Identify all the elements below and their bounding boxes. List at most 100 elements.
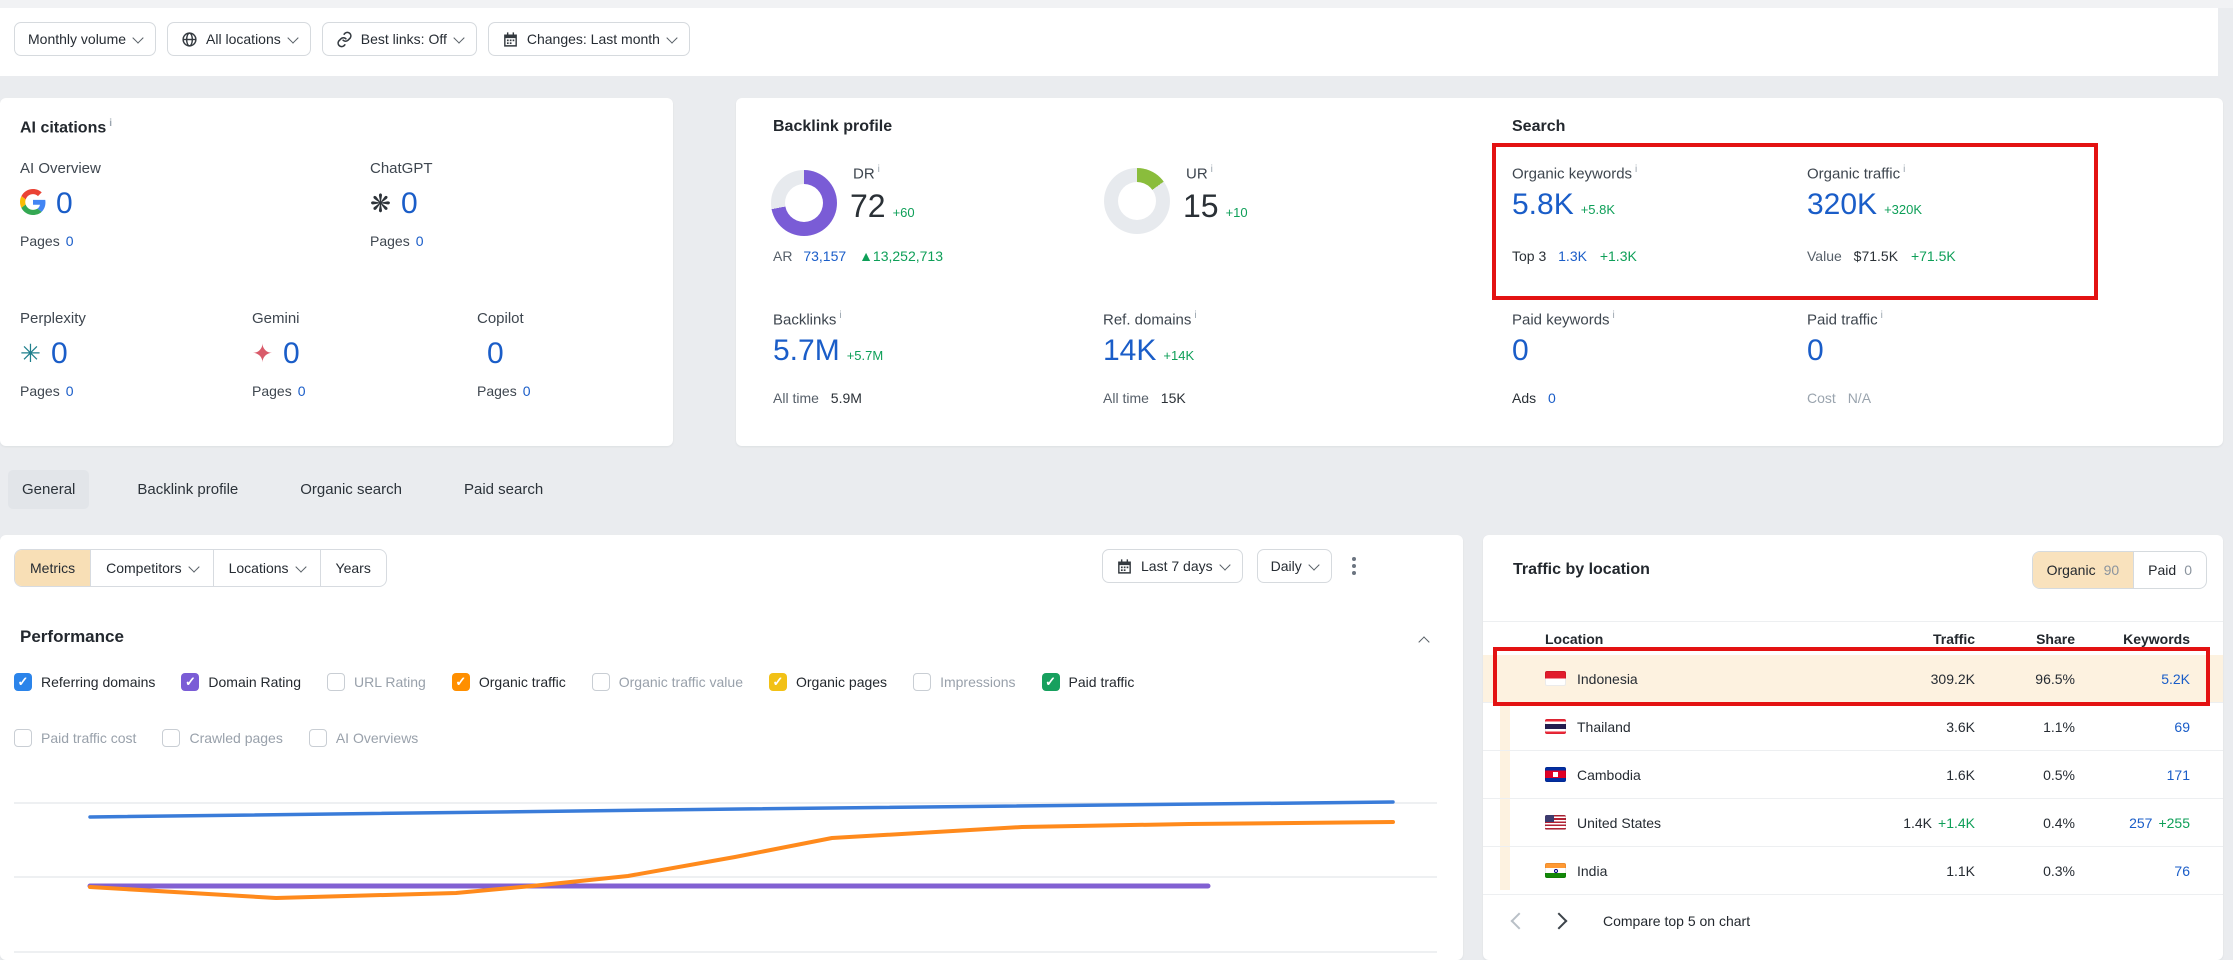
keywords-count-link[interactable]: 5.2K	[2161, 671, 2190, 687]
info-icon: i	[878, 164, 880, 175]
ai-pages-row: Pages0	[370, 233, 580, 249]
backlinks-alltime: All time 5.9M	[773, 390, 862, 406]
location-row-indonesia[interactable]: Indonesia309.2K96.5%5.2K	[1483, 655, 2223, 703]
info-icon: i	[1211, 164, 1213, 175]
ur-label: URi	[1186, 164, 1213, 183]
organic-traffic-value[interactable]: 320K +320K	[1807, 190, 1922, 220]
compare-top5-button[interactable]: Compare top 5 on chart	[1603, 913, 1750, 929]
keywords-cell: 69	[2075, 719, 2190, 735]
location-row-cambodia[interactable]: Cambodia1.6K0.5%171	[1483, 751, 2223, 799]
share-cell: 0.4%	[1975, 815, 2075, 831]
ads-value-link[interactable]: 0	[1548, 390, 1556, 406]
filter-button-best-links-off[interactable]: Best links: Off	[322, 22, 477, 56]
ai-citation-count[interactable]: 0	[51, 339, 68, 369]
performance-chart[interactable]	[0, 535, 1463, 960]
share-cell: 0.3%	[1975, 863, 2075, 879]
ai-citation-count[interactable]: 0	[56, 189, 73, 219]
ai-pages-count-link[interactable]: 0	[66, 383, 74, 399]
organic-keywords-value[interactable]: 5.8K +5.8K	[1512, 190, 1615, 220]
flag-us-icon	[1545, 815, 1566, 830]
keywords-cell: 76	[2075, 863, 2190, 879]
share-cell: 96.5%	[1975, 671, 2075, 687]
ai-source-label: Gemini	[252, 310, 462, 327]
ai-pages-count-link[interactable]: 0	[298, 383, 306, 399]
ai-citation-chatgpt: ChatGPT❋0Pages0	[370, 160, 580, 249]
paid-traffic-label: Paid traffici	[1807, 310, 1883, 329]
ai-pages-count-link[interactable]: 0	[66, 233, 74, 249]
filter-button-all-locations[interactable]: All locations	[167, 22, 311, 56]
location-row-united-states[interactable]: United States 1.4K+1.4K0.4%257+255	[1483, 799, 2223, 847]
backlinks-label: Backlinksi	[773, 310, 842, 329]
chevron-down-icon	[666, 32, 677, 43]
tab-backlink-profile[interactable]: Backlink profile	[123, 470, 252, 509]
ai-source-label: ChatGPT	[370, 160, 580, 177]
ar-value-link[interactable]: 73,157	[803, 248, 846, 264]
link-icon	[336, 31, 353, 48]
traffic-cell: 1.1K	[1845, 863, 1975, 879]
share-cell: 0.5%	[1975, 767, 2075, 783]
ai-citation-count[interactable]: 0	[487, 339, 504, 369]
keywords-count-link[interactable]: 171	[2167, 767, 2190, 783]
filter-button-monthly-volume[interactable]: Monthly volume	[14, 22, 156, 56]
location-row-thailand[interactable]: Thailand3.6K1.1%69	[1483, 703, 2223, 751]
paid-keywords-value[interactable]: 0	[1512, 336, 1529, 366]
url-rating-donut	[1104, 168, 1170, 234]
share-cell: 1.1%	[1975, 719, 2075, 735]
ai-citation-ai-overview: AI Overview0Pages0	[20, 160, 230, 249]
location-name: Indonesia	[1577, 671, 1638, 687]
prev-page-arrow[interactable]	[1511, 913, 1528, 930]
keywords-count-link[interactable]: 257	[2129, 815, 2152, 831]
location-table-header: Location Traffic Share Keywords	[1483, 621, 2223, 656]
ai-citation-count[interactable]: 0	[283, 339, 300, 369]
backlink-search-card: Backlink profile DRi 72 +60 AR 73,157 ▲1…	[736, 98, 2223, 446]
location-name: Thailand	[1577, 719, 1631, 735]
tab-paid-search[interactable]: Paid search	[450, 470, 557, 509]
perplexity-logo-icon: ✳	[20, 342, 41, 367]
toggle-paid[interactable]: Paid 0	[2133, 552, 2206, 588]
domain-rating-donut	[771, 170, 837, 236]
traffic-by-location-title: Traffic by location	[1513, 561, 1650, 579]
performance-card: MetricsCompetitorsLocationsYears Last 7 …	[0, 535, 1463, 960]
organic-traffic-label: Organic traffici	[1807, 164, 1905, 183]
organic-paid-toggle: Organic 90 Paid 0	[2032, 551, 2207, 589]
info-icon: i	[1903, 164, 1905, 175]
toggle-organic[interactable]: Organic 90	[2033, 552, 2134, 588]
top3-value-link[interactable]: 1.3K	[1558, 248, 1587, 264]
ref-domains-value[interactable]: 14K +14K	[1103, 336, 1194, 366]
filter-toolbar: Monthly volume All locations Best links: O…	[0, 8, 2218, 76]
tab-general[interactable]: General	[8, 470, 89, 509]
paid-keywords-ads: Ads 0	[1512, 390, 1556, 406]
dr-label: DRi	[853, 164, 880, 183]
ai-pages-count-link[interactable]: 0	[416, 233, 424, 249]
info-icon: i	[109, 118, 112, 129]
ai-pages-count-link[interactable]: 0	[523, 383, 531, 399]
filter-button-changes-last-month[interactable]: Changes: Last month	[488, 22, 690, 56]
next-page-arrow[interactable]	[1551, 913, 1568, 930]
backlink-profile-title: Backlink profile	[773, 118, 892, 136]
organic-keywords-label: Organic keywordsi	[1512, 164, 1637, 183]
ur-value: 15 +10	[1183, 190, 1248, 222]
location-name: United States	[1577, 815, 1661, 831]
dashboard-page: Monthly volume All locations Best links: O…	[0, 0, 2233, 960]
ai-source-label: Perplexity	[20, 310, 230, 327]
tab-organic-search[interactable]: Organic search	[286, 470, 416, 509]
organic-traffic-value-sub: Value $71.5K +71.5K	[1807, 248, 1956, 264]
paid-traffic-value[interactable]: 0	[1807, 336, 1824, 366]
traffic-cell: 1.4K+1.4K	[1845, 815, 1975, 831]
ai-citation-perplexity: Perplexity✳0Pages0	[20, 310, 230, 399]
ai-citation-count[interactable]: 0	[401, 189, 418, 219]
ai-pages-row: Pages0	[252, 383, 462, 399]
info-icon: i	[1881, 310, 1883, 321]
top-strip	[0, 0, 2233, 8]
paid-keywords-label: Paid keywordsi	[1512, 310, 1615, 329]
keywords-count-link[interactable]: 76	[2174, 863, 2190, 879]
dr-value: 72 +60	[850, 190, 915, 222]
keywords-cell: 257+255	[2075, 815, 2190, 831]
location-row-india[interactable]: India1.1K0.3%76	[1483, 847, 2223, 895]
flag-kh-icon	[1545, 767, 1566, 782]
backlinks-value[interactable]: 5.7M +5.7M	[773, 336, 883, 366]
keywords-count-link[interactable]: 69	[2174, 719, 2190, 735]
organic-keywords-top3: Top 3 1.3K +1.3K	[1512, 248, 1637, 264]
info-icon: i	[1194, 310, 1196, 321]
ai-pages-row: Pages0	[20, 233, 230, 249]
